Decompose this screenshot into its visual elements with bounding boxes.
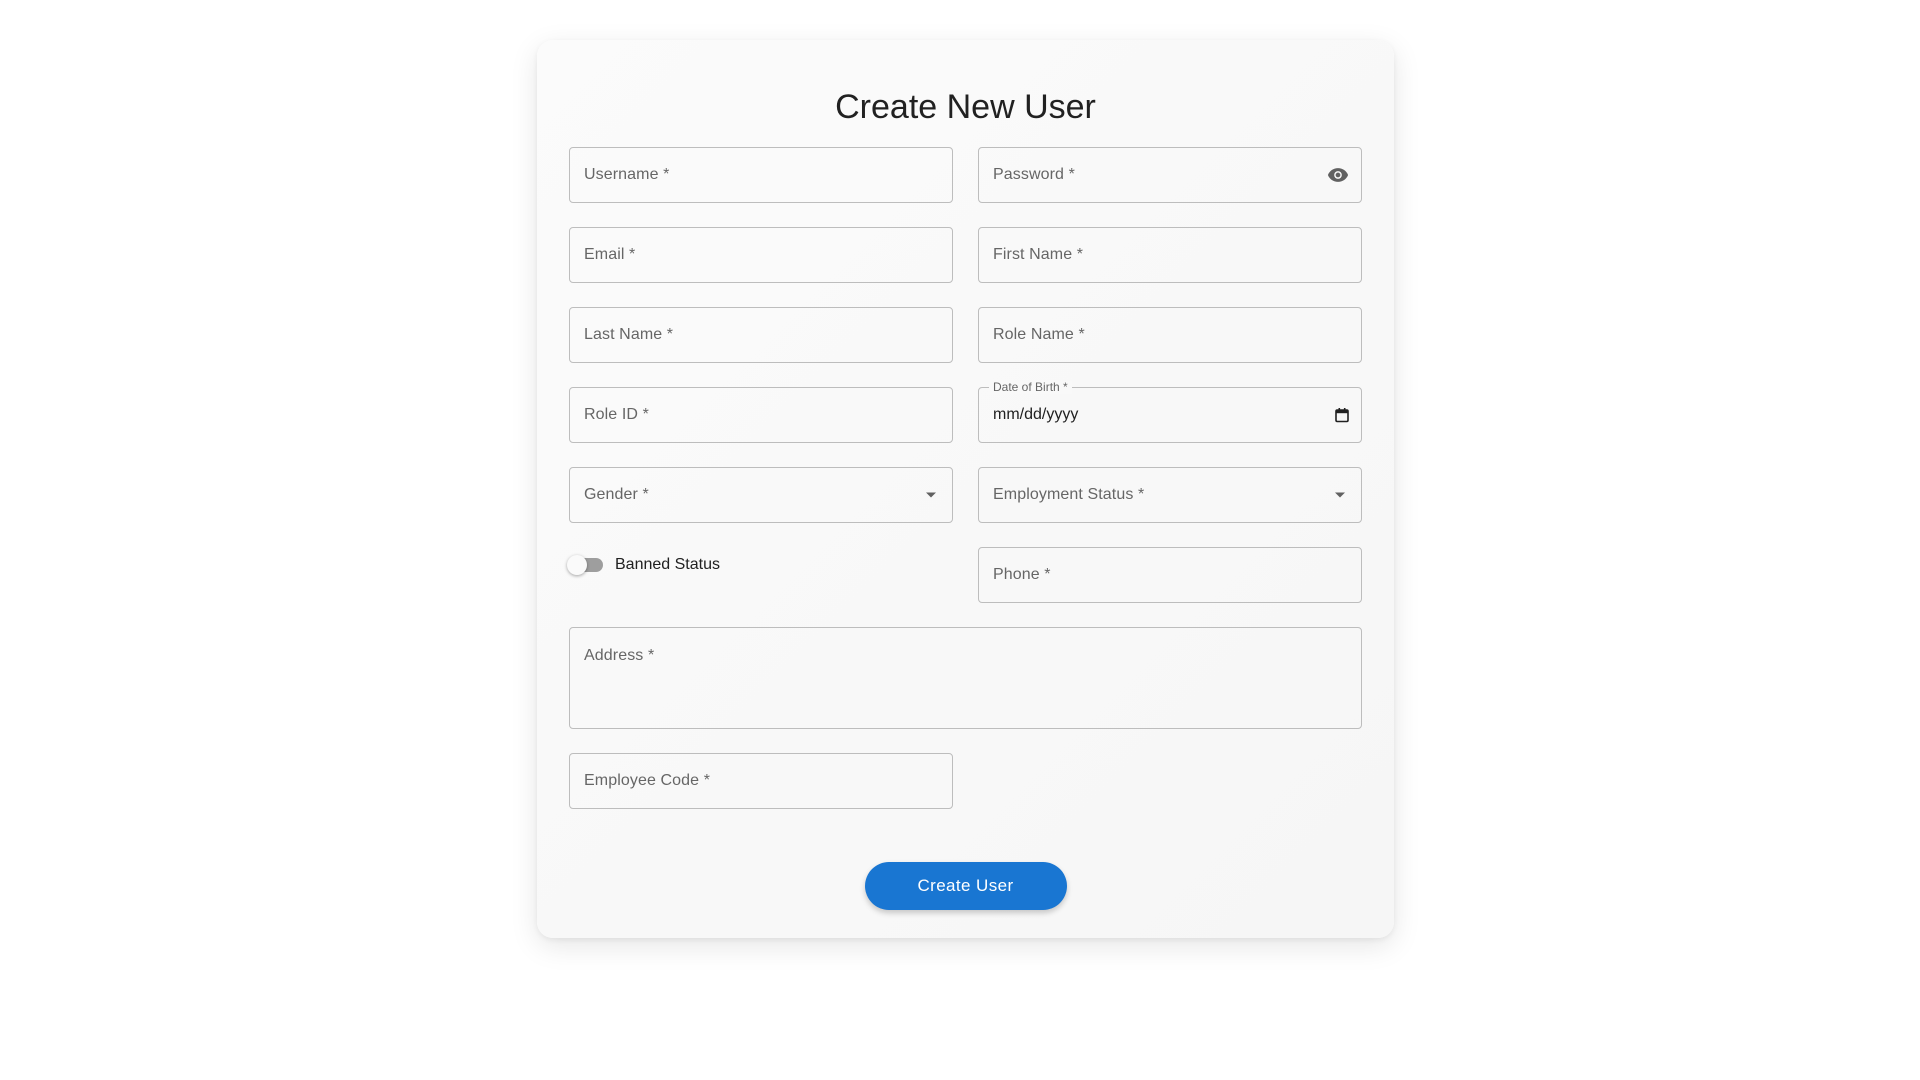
chevron-down-icon: [926, 492, 936, 498]
email-field[interactable]: Email *: [569, 227, 953, 283]
date-of-birth-field[interactable]: Date of Birth * mm/dd/yyyy: [978, 381, 1362, 443]
email-label: Email *: [584, 246, 636, 263]
date-of-birth-value: mm/dd/yyyy: [993, 406, 1079, 423]
address-field[interactable]: Address *: [569, 627, 1362, 729]
create-user-button[interactable]: Create User: [864, 862, 1067, 910]
gender-label: Gender *: [584, 486, 649, 503]
employment-status-select[interactable]: Employment Status *: [978, 467, 1362, 523]
toggle-thumb: [567, 555, 587, 575]
last-name-label: Last Name *: [584, 326, 674, 343]
first-name-field[interactable]: First Name *: [978, 227, 1362, 283]
banned-status-toggle[interactable]: [567, 555, 603, 575]
employee-code-label: Employee Code *: [584, 772, 711, 789]
address-label: Address *: [584, 647, 655, 664]
banned-status-label: Banned Status: [615, 556, 720, 573]
password-label: Password *: [993, 166, 1075, 183]
role-id-label: Role ID *: [584, 406, 649, 423]
chevron-down-icon: [1335, 492, 1345, 498]
employment-status-label: Employment Status *: [993, 486, 1145, 503]
last-name-field[interactable]: Last Name *: [569, 307, 953, 363]
employee-code-field[interactable]: Employee Code *: [569, 753, 953, 809]
username-label: Username *: [584, 166, 670, 183]
role-id-field[interactable]: Role ID *: [569, 387, 953, 443]
password-field[interactable]: Password *: [978, 147, 1362, 203]
create-user-form: Username * Password * Email * First Name…: [567, 147, 1362, 809]
page-title: Create New User: [835, 88, 1096, 126]
form-actions: Create User: [537, 862, 1394, 910]
create-user-card: Create New User Username * Password * Em…: [537, 40, 1394, 938]
phone-field[interactable]: Phone *: [978, 547, 1362, 603]
username-field[interactable]: Username *: [569, 147, 953, 203]
role-name-field[interactable]: Role Name *: [978, 307, 1362, 363]
first-name-label: First Name *: [993, 246, 1084, 263]
gender-select[interactable]: Gender *: [569, 467, 953, 523]
phone-label: Phone *: [993, 566, 1051, 583]
role-name-label: Role Name *: [993, 326, 1085, 343]
date-of-birth-label: Date of Birth *: [989, 381, 1072, 394]
eye-icon[interactable]: [1327, 167, 1349, 183]
calendar-icon[interactable]: [1335, 408, 1349, 423]
banned-status-control: Banned Status: [567, 547, 953, 603]
